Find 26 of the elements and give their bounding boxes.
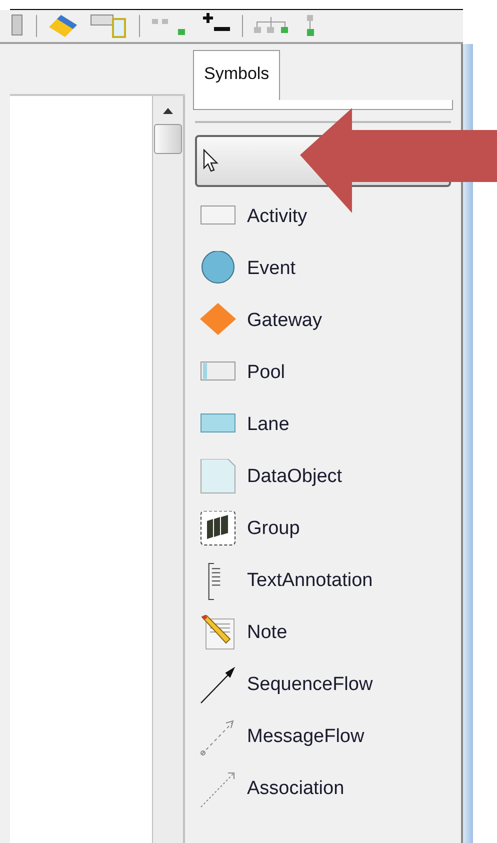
group-icon — [200, 510, 236, 548]
symbol-item[interactable]: Note — [195, 607, 451, 659]
pointer-icon — [203, 149, 219, 173]
document-icon — [200, 458, 236, 496]
scroll-thumb[interactable] — [154, 124, 182, 154]
scroll-up-icon[interactable] — [163, 108, 173, 114]
annotation-icon — [208, 562, 221, 600]
symbol-item[interactable]: Event — [195, 243, 451, 295]
dashed-arrow-icon — [200, 718, 236, 756]
symbol-item[interactable]: TextAnnotation — [195, 555, 451, 607]
vertical-scrollbar[interactable] — [152, 96, 185, 843]
symbol-item[interactable]: Group — [195, 503, 451, 555]
tab[interactable]: Symbols — [193, 50, 280, 100]
symbol-item[interactable]: Pool — [195, 347, 451, 399]
symbol-item[interactable]: SequenceFlow — [195, 659, 451, 711]
arrow-icon — [200, 666, 236, 704]
symbol-item[interactable]: Association — [195, 763, 451, 815]
window-icon[interactable] — [89, 13, 129, 39]
symbol-item[interactable]: MessageFlow — [195, 711, 451, 763]
eraser-icon[interactable] — [47, 13, 79, 39]
symbol-item[interactable]: DataObject — [195, 451, 451, 503]
symbol-item[interactable]: Activity — [195, 191, 451, 243]
symbol-item[interactable]: Lane — [195, 399, 451, 451]
pencil-note-icon — [200, 614, 236, 652]
symbol-item[interactable]: Gateway — [195, 295, 451, 347]
dotted-arrow-icon — [200, 770, 236, 808]
